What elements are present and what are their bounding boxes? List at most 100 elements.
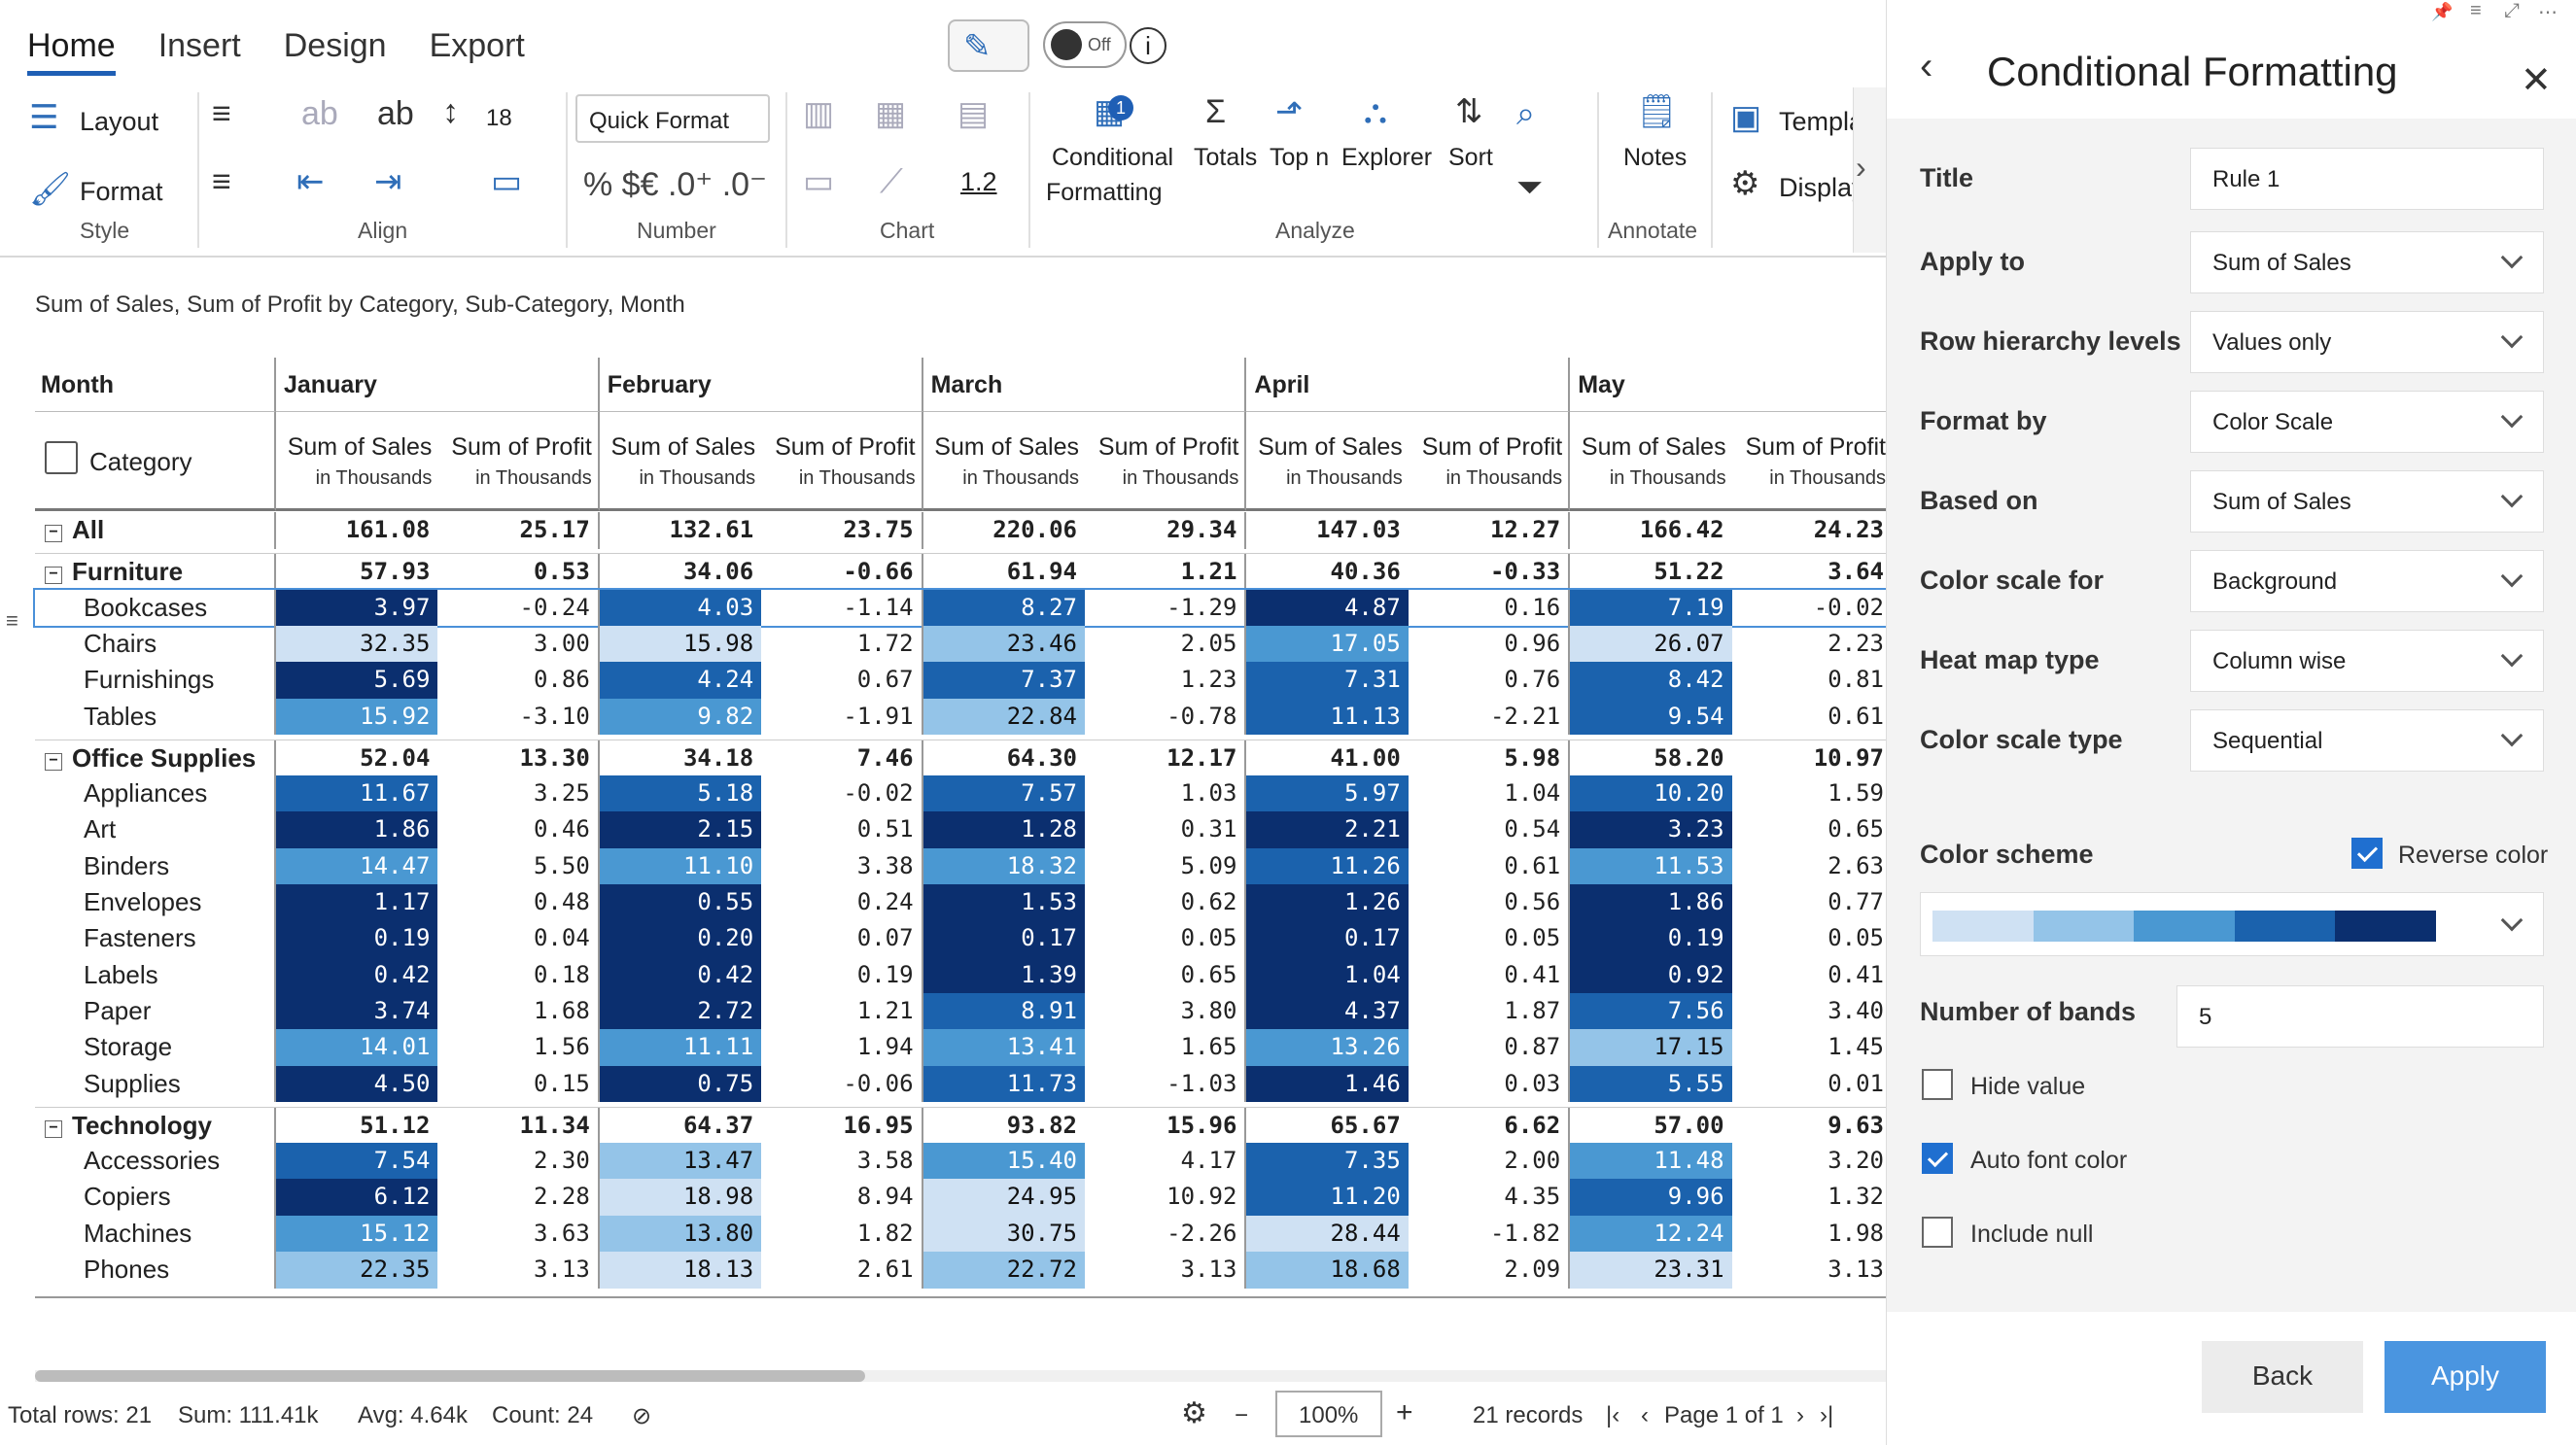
table-row[interactable]: Furnishings 5.69 0.86 4.24 0.67 7.37 1.23 7.31 0… — [35, 662, 1894, 699]
table-cell[interactable]: 1.94 — [761, 1029, 923, 1066]
table-cell[interactable]: 0.41 — [1409, 956, 1571, 994]
table-cell[interactable]: 1.32 — [1732, 1179, 1894, 1216]
table-cell[interactable]: 220.06 — [923, 512, 1085, 549]
table-row[interactable]: Appliances 11.67 3.25 5.18 -0.02 7.57 1.03 5.97… — [35, 775, 1894, 812]
table-cell[interactable]: 5.69 — [276, 662, 438, 699]
chart-column-icon[interactable]: ▭ — [803, 165, 834, 198]
table-cell[interactable]: 1.21 — [1085, 554, 1247, 590]
ribbon-scroll-right[interactable]: › — [1853, 87, 1886, 253]
gear-icon[interactable]: ⚙ — [1730, 167, 1759, 200]
table-cell[interactable]: 0.65 — [1085, 956, 1247, 994]
table-cell[interactable]: 0.42 — [276, 956, 438, 994]
table-cell[interactable]: -0.06 — [761, 1065, 923, 1102]
templates-icon[interactable]: ▣ — [1730, 101, 1761, 134]
field-dropdown[interactable]: Column wise — [2190, 630, 2544, 692]
table-cell[interactable]: -0.24 — [437, 589, 600, 627]
totals-button[interactable]: Totals — [1194, 144, 1257, 172]
apply-button[interactable]: Apply — [2385, 1341, 2546, 1413]
table-row[interactable]: Storage 14.01 1.56 11.11 1.94 13.41 1.65 13.26 0… — [35, 1029, 1894, 1066]
table-cell[interactable]: -0.66 — [761, 554, 923, 590]
sort-button[interactable]: Sort — [1448, 144, 1493, 172]
table-cell[interactable]: -2.21 — [1409, 698, 1571, 735]
table-cell[interactable]: 0.61 — [1732, 698, 1894, 735]
group-row[interactable]: − Office Supplies 52.04 13.30 34.18 7.46 64.30… — [35, 739, 1894, 776]
expand-icon[interactable]: ⤢ — [2504, 0, 2520, 22]
table-cell[interactable]: 3.74 — [276, 992, 438, 1030]
pin-icon[interactable]: 📌 — [2431, 2, 2453, 22]
table-cell[interactable]: 3.13 — [1085, 1252, 1247, 1289]
close-icon[interactable]: ✕ — [2521, 58, 2552, 102]
explorer-button[interactable]: Explorer — [1341, 144, 1432, 172]
table-cell[interactable]: 0.46 — [437, 811, 600, 848]
more-icon[interactable]: ⋯ — [2538, 0, 2558, 24]
tab-design[interactable]: Design — [284, 27, 387, 76]
table-cell[interactable]: 4.87 — [1246, 589, 1409, 627]
row-label[interactable]: − Office Supplies — [35, 740, 276, 776]
table-cell[interactable]: 15.40 — [922, 1143, 1085, 1180]
table-cell[interactable]: 5.09 — [1085, 847, 1247, 885]
table-row[interactable]: Machines 15.12 3.63 13.80 1.82 30.75 -2.26 28.4… — [35, 1215, 1894, 1253]
filter-icon[interactable]: ⏷ — [1516, 171, 1543, 204]
table-cell[interactable]: 3.13 — [437, 1252, 600, 1289]
row-label[interactable]: − All — [35, 512, 276, 549]
table-cell[interactable]: 3.80 — [1085, 992, 1247, 1030]
table-cell[interactable]: 0.05 — [1085, 920, 1247, 957]
table-cell[interactable]: 161.08 — [276, 512, 437, 549]
table-cell[interactable]: 15.98 — [599, 625, 762, 663]
table-cell[interactable]: 3.23 — [1570, 811, 1732, 848]
field-dropdown[interactable]: Background — [2190, 550, 2544, 612]
collapse-icon[interactable]: − — [45, 752, 62, 771]
top-n-button[interactable]: Top n — [1270, 144, 1329, 172]
first-page-icon[interactable]: |‹ — [1606, 1402, 1619, 1429]
table-cell[interactable]: 3.64 — [1732, 554, 1894, 590]
table-cell[interactable]: 1.53 — [922, 884, 1085, 921]
table-cell[interactable]: 15.96 — [1085, 1107, 1247, 1144]
table-cell[interactable]: 0.92 — [1570, 956, 1732, 994]
table-cell[interactable]: 166.42 — [1570, 512, 1731, 549]
table-cell[interactable]: 11.26 — [1246, 847, 1409, 885]
table-cell[interactable]: 0.81 — [1732, 662, 1894, 699]
table-cell[interactable]: 11.48 — [1570, 1143, 1732, 1180]
table-row[interactable]: Phones 22.35 3.13 18.13 2.61 22.72 3.13 18.68 2.… — [35, 1252, 1894, 1289]
table-cell[interactable]: 57.93 — [276, 554, 437, 590]
table-cell[interactable]: 11.73 — [922, 1065, 1085, 1102]
table-row[interactable]: Art 1.86 0.46 2.15 0.51 1.28 0.31 2.21 0.54 3.23 0… — [35, 811, 1894, 848]
table-cell[interactable]: 2.61 — [761, 1252, 923, 1289]
table-cell[interactable]: 15.92 — [276, 698, 438, 735]
table-cell[interactable]: 1.26 — [1246, 884, 1409, 921]
table-cell[interactable]: 8.42 — [1570, 662, 1732, 699]
group-row[interactable]: − All 161.08 25.17 132.61 23.75 220.06 29.34 147… — [35, 512, 1894, 549]
table-cell[interactable]: 5.18 — [599, 775, 762, 812]
title-input[interactable]: Rule 1 — [2190, 148, 2544, 210]
table-cell[interactable]: 26.07 — [1570, 625, 1732, 663]
table-cell[interactable]: -1.14 — [761, 589, 923, 627]
next-page-icon[interactable]: › — [1796, 1402, 1804, 1429]
table-cell[interactable]: 22.72 — [922, 1252, 1085, 1289]
table-cell[interactable]: 0.15 — [437, 1065, 600, 1102]
table-cell[interactable]: 3.13 — [1732, 1252, 1894, 1289]
table-cell[interactable]: 17.15 — [1570, 1029, 1732, 1066]
table-cell[interactable]: 0.17 — [922, 920, 1085, 957]
table-cell[interactable]: 3.25 — [437, 775, 600, 812]
table-cell[interactable]: 2.05 — [1085, 625, 1247, 663]
field-dropdown[interactable]: Color Scale — [2190, 391, 2544, 453]
table-cell[interactable]: 13.41 — [922, 1029, 1085, 1066]
layout-button[interactable]: Layout — [80, 107, 158, 137]
table-cell[interactable]: 4.35 — [1409, 1179, 1571, 1216]
table-cell[interactable]: 132.61 — [600, 512, 761, 549]
row-height-icon[interactable]: ↕ — [442, 95, 459, 128]
table-cell[interactable]: 1.04 — [1409, 775, 1571, 812]
table-cell[interactable]: 23.31 — [1570, 1252, 1732, 1289]
border-icon[interactable]: ▭ — [491, 165, 522, 198]
collapse-icon[interactable]: − — [45, 567, 62, 585]
table-cell[interactable]: 0.19 — [276, 920, 438, 957]
table-cell[interactable]: 0.19 — [1570, 920, 1732, 957]
collapse-icon[interactable]: − — [45, 1119, 62, 1138]
group-row[interactable]: − Furniture 57.93 0.53 34.06 -0.66 61.94 1.21 40… — [35, 553, 1894, 590]
table-cell[interactable]: 11.20 — [1246, 1179, 1409, 1216]
table-cell[interactable]: 1.46 — [1246, 1065, 1409, 1102]
table-row[interactable]: Labels 0.42 0.18 0.42 0.19 1.39 0.65 1.04 0.41 0.… — [35, 956, 1894, 994]
zoom-out-icon[interactable]: − — [1235, 1402, 1248, 1429]
table-cell[interactable]: 11.67 — [276, 775, 438, 812]
table-cell[interactable]: -1.82 — [1409, 1215, 1571, 1253]
